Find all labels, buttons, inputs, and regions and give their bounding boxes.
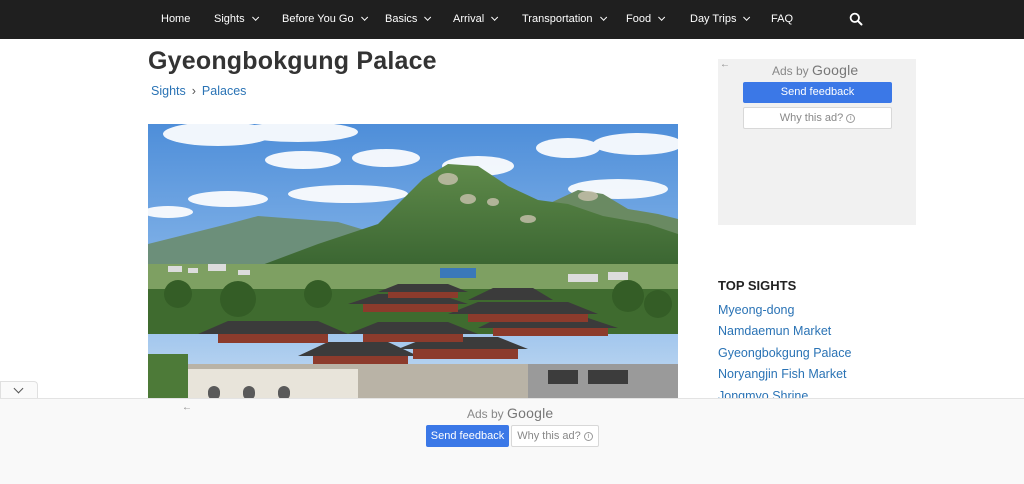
- nav-item-label: Day Trips: [690, 13, 737, 25]
- chevron-down-icon: [424, 13, 432, 21]
- nav-item-faq[interactable]: FAQ: [771, 0, 793, 39]
- sidebar-ad: ← Ads by Google Send feedback Why this a…: [718, 59, 916, 225]
- nav-item-label: Transportation: [522, 13, 593, 25]
- search-icon[interactable]: [849, 12, 863, 26]
- top-sights-heading: TOP SIGHTS: [718, 278, 797, 293]
- nav-item-label: Food: [626, 13, 652, 25]
- nav-item-label: Arrival: [453, 13, 485, 25]
- nav-item-home[interactable]: Home: [161, 0, 190, 39]
- nav-item-basics[interactable]: Basics: [385, 0, 432, 39]
- back-arrow-icon[interactable]: ←: [720, 59, 730, 70]
- nav-item-before-you-go[interactable]: Before You Go: [282, 0, 368, 39]
- back-arrow-icon[interactable]: ←: [182, 402, 192, 413]
- top-sight-link[interactable]: Namdaemun Market: [718, 324, 831, 338]
- nav-item-label: FAQ: [771, 13, 794, 25]
- google-logo-text: Google: [507, 405, 554, 421]
- breadcrumb-link-sights[interactable]: Sights: [151, 84, 186, 98]
- chevron-down-icon: [360, 13, 368, 21]
- chevron-down-icon: [251, 13, 259, 21]
- chevron-down-icon: [658, 13, 666, 21]
- nav-item-food[interactable]: Food: [626, 0, 666, 39]
- top-sight-link[interactable]: Gyeongbokgung Palace: [718, 346, 851, 360]
- top-sight-link[interactable]: Noryangjin Fish Market: [718, 367, 847, 381]
- nav-item-label: Basics: [385, 13, 418, 25]
- nav-item-sights[interactable]: Sights: [214, 0, 259, 39]
- why-this-ad-button[interactable]: Why this ad? i: [743, 107, 892, 129]
- hero-image: [148, 124, 678, 400]
- breadcrumb-separator: ›: [191, 84, 196, 98]
- send-feedback-button[interactable]: Send feedback: [743, 82, 892, 103]
- nav-item-label: Sights: [214, 13, 245, 25]
- nav-item-transportation[interactable]: Transportation: [522, 0, 607, 39]
- info-icon: i: [846, 114, 856, 123]
- ads-by-text: Ads by: [772, 64, 809, 78]
- google-logo-text: Google: [812, 62, 859, 78]
- top-sight-link[interactable]: Myeong-dong: [718, 303, 794, 317]
- ads-by-google-label: Ads by Google: [772, 62, 858, 78]
- breadcrumb: Sights › Palaces: [151, 84, 246, 98]
- chevron-down-icon: [599, 13, 607, 21]
- chevron-down-icon: [743, 13, 751, 21]
- why-this-ad-label: Why this ad?: [517, 430, 581, 442]
- ads-by-text: Ads by: [467, 407, 504, 421]
- why-this-ad-button[interactable]: Why this ad? i: [511, 425, 599, 447]
- info-icon: i: [583, 432, 593, 441]
- page-title: Gyeongbokgung Palace: [148, 47, 437, 75]
- nav-item-label: Before You Go: [282, 13, 354, 25]
- bottom-anchor-ad: ← Ads by Google Send feedback Why this a…: [0, 398, 1024, 484]
- send-feedback-button[interactable]: Send feedback: [426, 425, 509, 447]
- nav-item-label: Home: [161, 13, 191, 25]
- breadcrumb-link-palaces[interactable]: Palaces: [202, 84, 246, 98]
- nav-item-arrival[interactable]: Arrival: [453, 0, 499, 39]
- ads-by-google-label: Ads by Google: [467, 405, 553, 421]
- collapse-ad-button[interactable]: [0, 381, 38, 399]
- why-this-ad-label: Why this ad?: [779, 112, 844, 124]
- chevron-down-icon: [491, 13, 499, 21]
- chevron-down-icon: [13, 383, 24, 394]
- nav-item-day-trips[interactable]: Day Trips: [690, 0, 751, 39]
- top-navigation-bar: Home Sights Before You Go Basics Arrival…: [0, 0, 1024, 39]
